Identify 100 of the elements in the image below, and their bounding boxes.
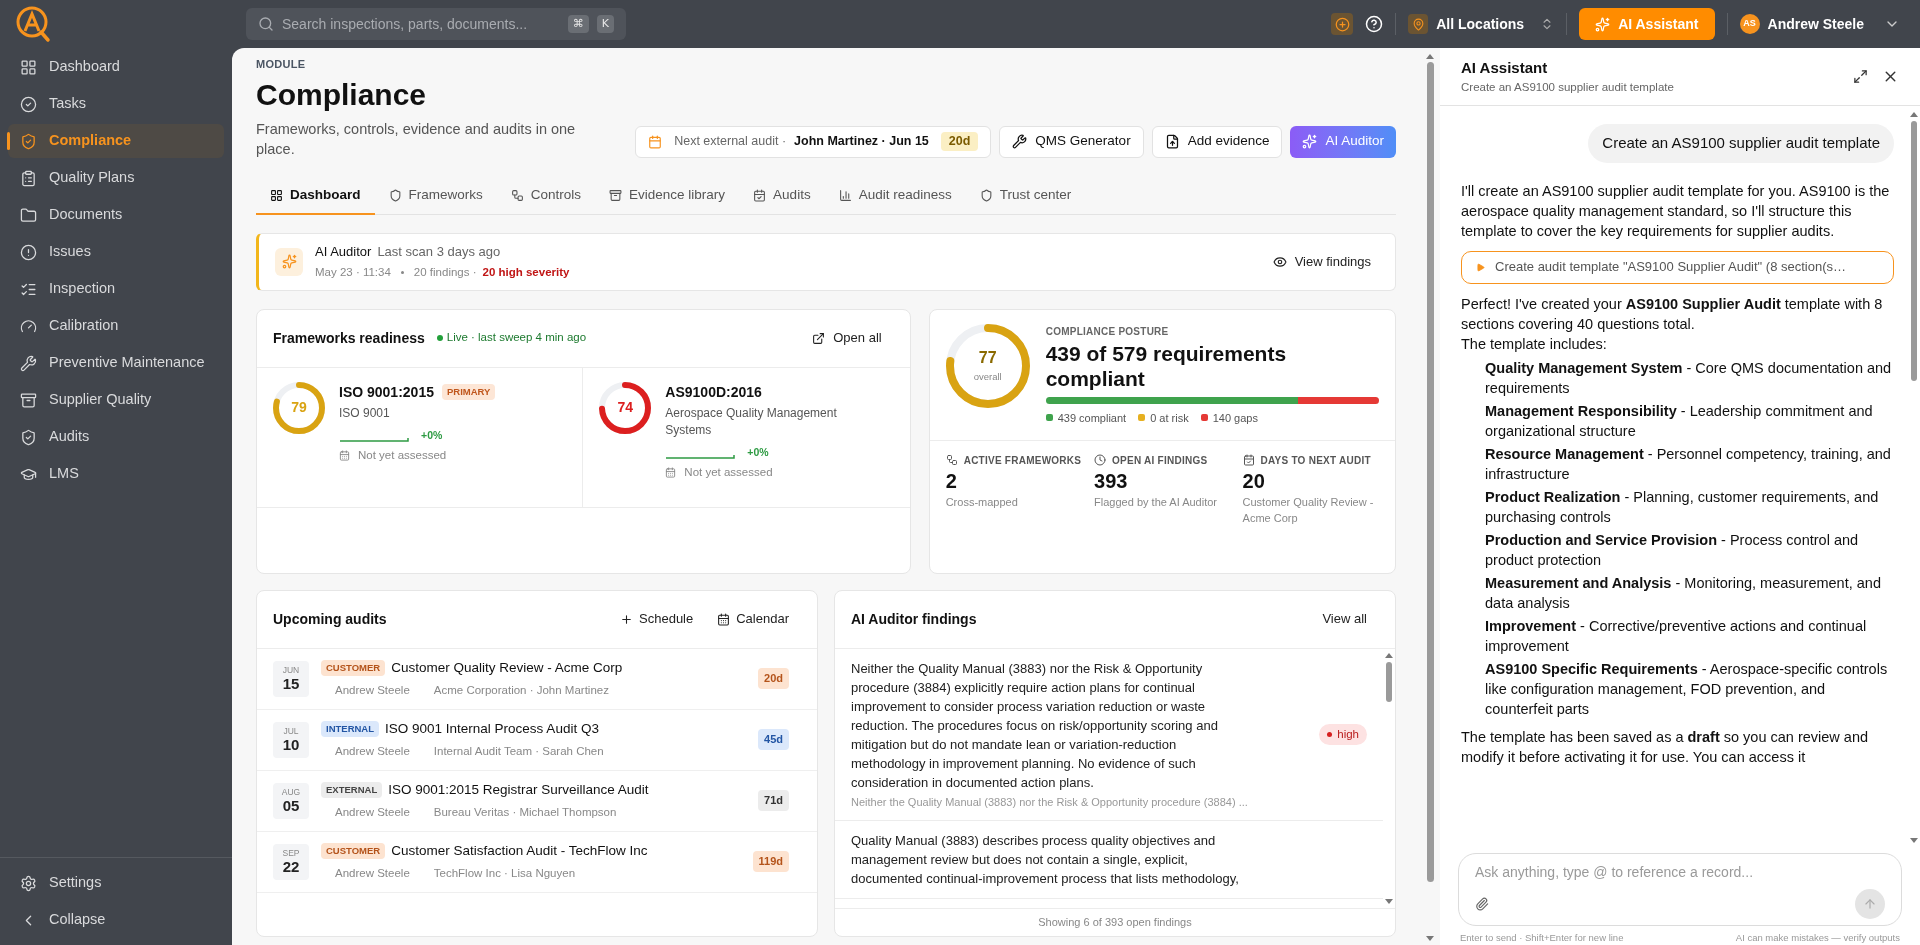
sparkles-icon (275, 247, 303, 276)
view-findings-button[interactable]: View findings (1272, 251, 1371, 272)
nav-item[interactable]: Calibration (8, 309, 224, 343)
nav-item[interactable]: Audits (8, 420, 224, 454)
help-icon[interactable] (1365, 15, 1384, 33)
list-item: Product Realization - Planning, customer requirements, and purchasing controls (1485, 487, 1880, 527)
scroll-up-icon[interactable] (1910, 112, 1918, 117)
severity-badge: high (1319, 723, 1367, 745)
add-button[interactable] (1331, 13, 1354, 35)
overall-label: overall (973, 370, 1002, 385)
assistant-text: The template has been saved as a draft so you can review and modify it before activating it for use. You can access it (1461, 727, 1870, 767)
stat-value: 2 (945, 469, 958, 494)
sparkles-icon (1302, 134, 1318, 149)
assessment-status: Not yet assessed (358, 448, 447, 464)
tab[interactable]: Controls (496, 178, 596, 215)
nav-item[interactable]: Tasks (8, 87, 224, 121)
audit-row[interactable]: JUN 15 CUSTOMER Customer Quality Review - Acme Corp Andrew Steele Acme Corporation · John Martinez 20d (257, 648, 817, 710)
tool-call-chip[interactable]: Create audit template "AS9100 Supplier Audit" (8 section(s… (1461, 250, 1894, 284)
action-button[interactable]: Add evidence (1151, 125, 1283, 158)
page-description: Frameworks, controls, evidence and audits in one place. (256, 119, 576, 159)
user-avatar: AS (1739, 14, 1760, 34)
wrench-icon (1012, 134, 1028, 149)
tab[interactable]: Frameworks (374, 178, 497, 215)
calendar-check-icon (1242, 454, 1255, 466)
location-pin-icon (1408, 14, 1429, 34)
audit-owner: Andrew Steele (335, 683, 410, 698)
finding-source: Neither the Quality Manual (3883) nor the Risk & Opportunity procedure (3884) ... (851, 794, 1249, 810)
view-all-button[interactable]: View all (1322, 609, 1367, 629)
nav-item[interactable]: Compliance (8, 124, 224, 158)
date-block: JUN 15 (273, 660, 309, 697)
calendar-check-icon (753, 189, 767, 202)
findings-count: 20 findings · (413, 264, 477, 280)
list-item: Production and Service Provision - Process control and product protection (1485, 530, 1860, 570)
search-field[interactable]: Search inspections, parts, documents... ⌘ K (246, 8, 626, 40)
assistant-text: The template includes: (1461, 334, 1608, 354)
nav-item[interactable]: Documents (8, 198, 224, 232)
severity-count: 20 high severity (482, 264, 570, 280)
tab[interactable]: Evidence library (595, 178, 740, 215)
search-placeholder: Search inspections, parts, documents... (282, 14, 529, 34)
nav-item[interactable]: Supplier Quality (8, 383, 224, 417)
shortcut-key: K (596, 14, 614, 34)
stat-note: Customer Quality Review - Acme Corp (1242, 495, 1375, 526)
next-audit-value: John Martinez · Jun 15 (794, 133, 929, 151)
assistant-text: I'll create an AS9100 supplier audit template for you. AS9100 is the aerospace quality management standard, so I'll structure this template to cover the key requirements for supplier audits. (1461, 181, 1891, 241)
date-block: JUL 10 (273, 721, 309, 758)
file-upload-icon (1164, 134, 1180, 149)
tab[interactable]: Audits (739, 178, 825, 215)
open-all-button[interactable]: Open all (812, 328, 882, 348)
posture-headline: 439 of 579 requirements compliant (1045, 340, 1288, 391)
audit-title: Customer Satisfaction Audit - TechFlow Inc (391, 841, 648, 860)
schedule-button[interactable]: Schedule (620, 609, 694, 629)
search-icon (258, 16, 274, 32)
tab[interactable]: Trust center (965, 178, 1086, 215)
location-selector[interactable]: All Locations (1408, 13, 1555, 35)
stat-label: DAYS TO NEXT AUDIT (1260, 454, 1371, 468)
finding-item[interactable]: Quality Manual (3883) describes process quality objectives and management review but does not contain a single, explicit, documented continual-improvement process that lists methodology, (835, 821, 1383, 899)
nav-item[interactable]: Issues (8, 235, 224, 269)
paperclip-icon[interactable] (1475, 896, 1489, 911)
audit-row[interactable]: SEP 22 CUSTOMER Customer Satisfaction Audit - TechFlow Inc Andrew Steele TechFlow Inc · Lisa Nguyen 119d (257, 831, 817, 893)
findings-footer: Showing 6 of 393 open findings (1038, 914, 1192, 931)
date-block: SEP 22 (273, 843, 309, 880)
framework-description: Aerospace Quality Management Systems (665, 404, 838, 439)
tab[interactable]: Dashboard (256, 178, 375, 215)
alert-icon (20, 243, 37, 261)
posture-eyebrow: COMPLIANCE POSTURE (1045, 324, 1170, 339)
external-link-icon (812, 331, 826, 345)
scroll-up-icon[interactable] (1385, 652, 1393, 658)
user-menu[interactable]: AS Andrew Steele (1739, 13, 1900, 35)
nav-item[interactable]: Dashboard (8, 50, 224, 84)
scroll-down-icon[interactable] (1910, 837, 1918, 843)
eye-icon (1272, 254, 1287, 269)
network-icon (945, 454, 958, 466)
audit-type-tag: CUSTOMER (321, 659, 386, 676)
archive-icon (609, 189, 623, 202)
audit-row[interactable]: AUG 05 EXTERNAL ISO 9001:2015 Registrar Surveillance Audit Andrew Steele Bureau Veritas · Michael Thompson 71d (257, 770, 817, 832)
calendar-button[interactable]: Calendar (717, 609, 789, 629)
score-ring (599, 381, 652, 434)
expand-icon[interactable] (1853, 69, 1868, 84)
tab[interactable]: Audit readiness (824, 178, 966, 215)
nav-item[interactable]: LMS (8, 457, 224, 491)
scroll-up-icon[interactable] (1426, 54, 1434, 59)
panel-subtitle: Create an AS9100 supplier audit template (1461, 80, 1674, 96)
scrollbar[interactable] (1420, 48, 1440, 945)
action-button[interactable]: AI Auditor (1290, 125, 1396, 158)
nav-item[interactable]: Inspection (8, 272, 224, 306)
nav-item[interactable]: Quality Plans (8, 161, 224, 195)
settings-link[interactable]: Settings (8, 866, 224, 900)
clipboard-icon (20, 169, 37, 187)
days-badge: 20d (940, 132, 979, 151)
gauge-icon (20, 317, 37, 335)
audit-row[interactable]: JUL 10 INTERNAL ISO 9001 Internal Process Audit Q3 Andrew Steele Internal Audit Team · Sarah Chen 45d (257, 709, 817, 771)
action-button[interactable]: QMS Generator (999, 125, 1144, 158)
arrow-up-icon (1863, 896, 1877, 911)
module-eyebrow: MODULE (256, 57, 307, 72)
legend-label: 439 compliant (1057, 410, 1127, 426)
collapse-button[interactable]: Collapse (8, 903, 224, 937)
scroll-down-icon[interactable] (1426, 936, 1434, 941)
audit-owner: Andrew Steele (335, 805, 410, 820)
scroll-down-icon[interactable] (1385, 899, 1393, 904)
nav-item[interactable]: Preventive Maintenance (8, 346, 224, 380)
